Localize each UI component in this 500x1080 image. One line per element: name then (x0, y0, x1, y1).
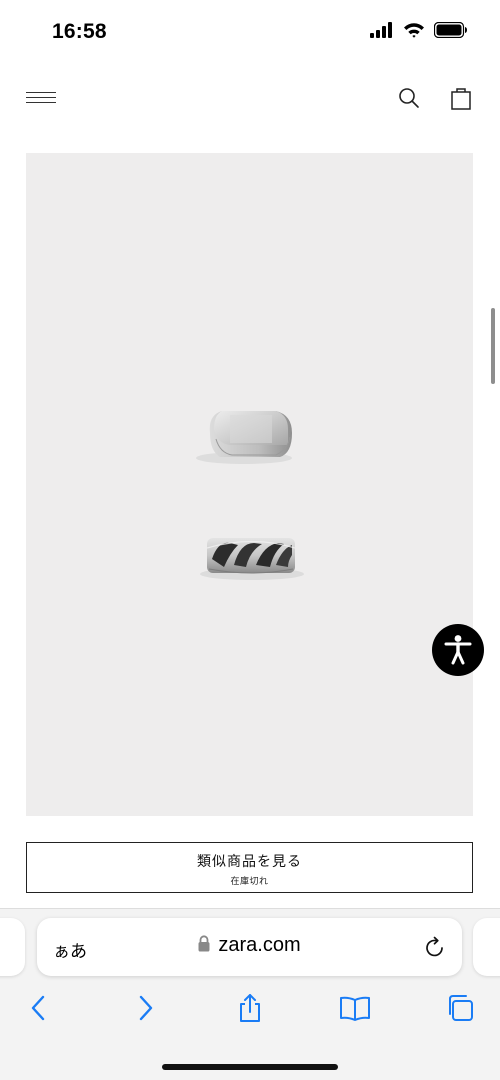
screen: 16:58 類似商品を見る 在庫切れ ぁあ zara.com (0, 0, 500, 1080)
status-icons (370, 21, 468, 43)
share-icon[interactable] (235, 993, 265, 1023)
next-tab-preview[interactable] (473, 918, 500, 976)
chain-ring-image (200, 538, 304, 580)
home-indicator[interactable] (162, 1064, 338, 1070)
signet-ring-image (196, 411, 292, 464)
lock-icon (198, 934, 210, 957)
battery-icon (433, 21, 468, 43)
page-scroll-indicator[interactable] (491, 308, 495, 384)
accessibility-icon (444, 635, 472, 665)
similar-products-label: 類似商品を見る (197, 853, 302, 869)
address-bar[interactable]: ぁあ zara.com (37, 918, 462, 976)
product-image[interactable] (26, 153, 473, 816)
previous-tab-preview[interactable] (0, 918, 25, 976)
cellular-signal-icon (370, 22, 394, 43)
back-icon[interactable] (24, 993, 54, 1023)
out-of-stock-label: 在庫切れ (230, 876, 269, 886)
bookmarks-icon[interactable] (339, 993, 370, 1023)
site-header (0, 66, 500, 130)
forward-icon[interactable] (130, 993, 160, 1023)
shopping-bag-icon[interactable] (449, 85, 473, 111)
reload-icon[interactable] (423, 935, 447, 959)
status-bar: 16:58 (0, 0, 500, 66)
hamburger-menu-icon[interactable] (26, 88, 58, 108)
status-time: 16:58 (52, 20, 107, 43)
url-text: zara.com (218, 934, 301, 956)
search-icon[interactable] (397, 86, 421, 110)
url-display[interactable]: zara.com (37, 934, 462, 957)
wifi-icon (403, 22, 425, 43)
browser-toolbar: ぁあ zara.com (0, 908, 500, 1080)
view-similar-products-button[interactable]: 類似商品を見る 在庫切れ (26, 842, 473, 893)
accessibility-button[interactable] (432, 624, 484, 676)
tabs-icon[interactable] (445, 993, 475, 1023)
